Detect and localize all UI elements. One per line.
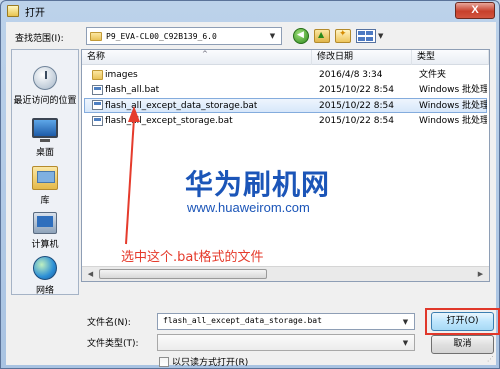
- arrow-head: [128, 106, 140, 122]
- annotation-text: 选中这个.bat格式的文件: [121, 250, 264, 265]
- annotation-arrow: [125, 106, 140, 245]
- arrow-shaft: [125, 117, 135, 245]
